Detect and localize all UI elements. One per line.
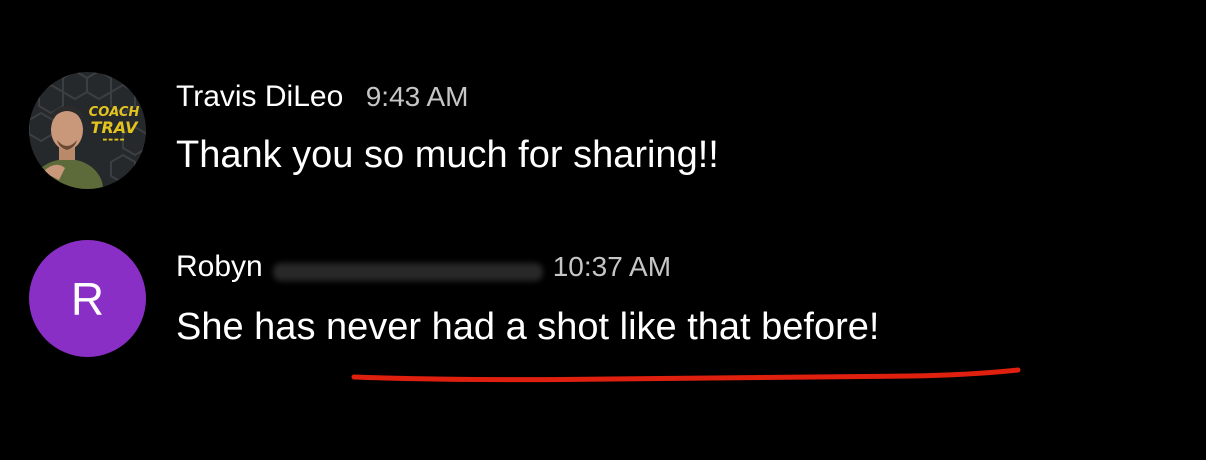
message-text: She has never had a shot like that befor… <box>176 306 880 348</box>
avatar[interactable]: COACH TRAV ▬▬▬▬ <box>29 72 146 189</box>
author-name[interactable]: Travis DiLeo <box>176 80 343 113</box>
redacted-surname <box>272 262 543 281</box>
avatar-badge-decoration: ▬▬▬▬ <box>102 137 126 143</box>
avatar-initial: R <box>70 272 105 325</box>
red-underline-annotation <box>351 367 1021 383</box>
avatar[interactable]: R <box>29 240 146 357</box>
timestamp: 10:37 AM <box>552 251 672 282</box>
author-name[interactable]: Robyn <box>176 250 263 283</box>
message-item: COACH TRAV ▬▬▬▬ Travis DiLeo 9:43 AM Tha… <box>0 72 1206 192</box>
message-item: R Robyn 10:37 AM She has never had a shot… <box>0 238 1206 368</box>
message-text: Thank you so much for sharing!! <box>176 134 719 176</box>
avatar-badge-line: TRAV <box>90 118 138 137</box>
timestamp: 9:43 AM <box>365 81 469 112</box>
message-header: Robyn 10:37 AM <box>176 250 671 284</box>
message-header: Travis DiLeo 9:43 AM <box>176 80 468 114</box>
